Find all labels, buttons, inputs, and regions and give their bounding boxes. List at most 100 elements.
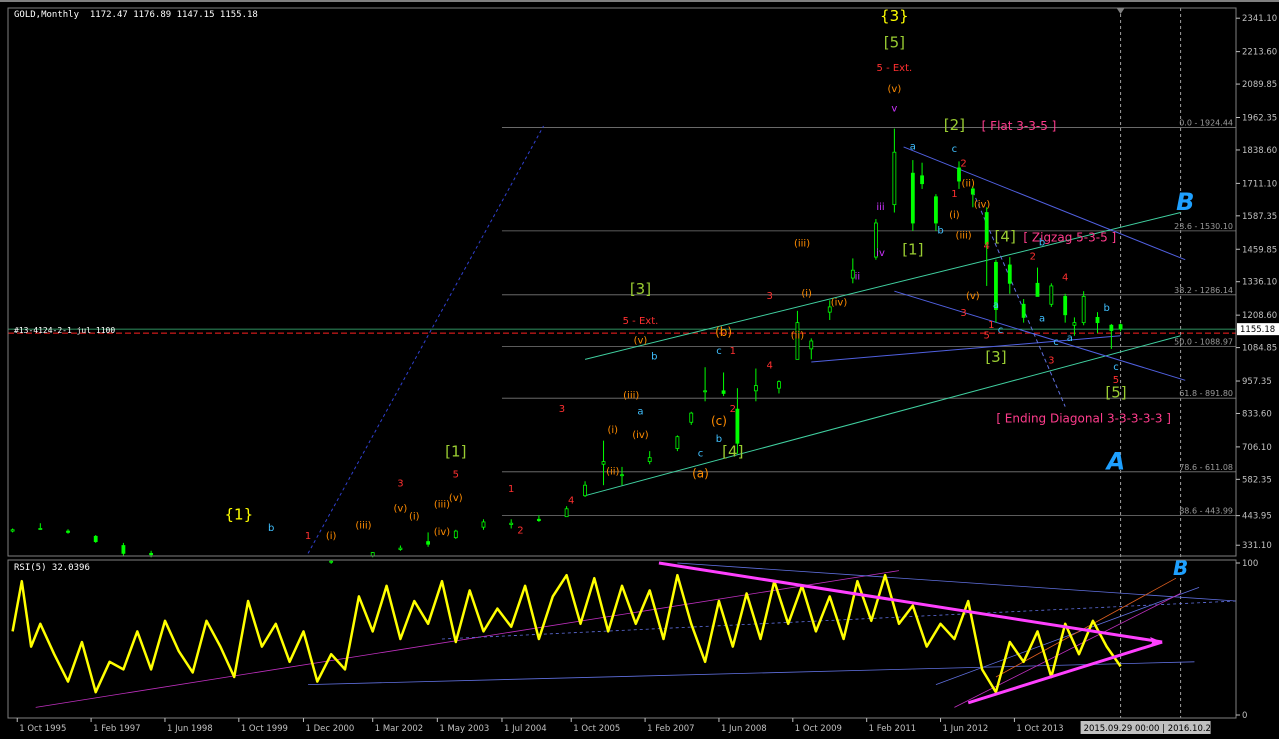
- wave-label: (iv): [831, 298, 848, 309]
- rsi-support-line: [35, 570, 900, 708]
- rsi-arrowhead: [1150, 637, 1163, 648]
- candle-body: [1081, 296, 1086, 324]
- rsi-pink-line: [954, 593, 1181, 708]
- wave-label: (b): [715, 325, 732, 339]
- candle-body: [149, 552, 154, 556]
- candle-body: [970, 188, 975, 195]
- wave-label: (i): [607, 425, 618, 436]
- candle-body: [984, 212, 989, 245]
- candle-body: [38, 528, 43, 530]
- candle-body: [564, 508, 569, 518]
- candle-body: [735, 408, 740, 444]
- y-tick-label: 706.10: [1242, 443, 1272, 453]
- wave-label: 1: [508, 484, 514, 495]
- wave-label: [5]: [884, 33, 905, 51]
- wave-label: [3]: [630, 280, 651, 298]
- candle-body: [1118, 324, 1123, 330]
- candle-body: [1049, 285, 1054, 305]
- wave-label: b: [716, 434, 722, 445]
- y-tick-label: 1459.85: [1242, 245, 1277, 255]
- rsi-blue-line-2: [677, 562, 1237, 602]
- candle-body: [1072, 322, 1077, 326]
- x-tick-label: 1 Oct 2013: [1016, 724, 1063, 734]
- candle-body: [1109, 324, 1114, 331]
- wave-label: {1}: [225, 505, 254, 523]
- wave-label: (v): [394, 503, 408, 514]
- y-tick-label: 582.35: [1242, 475, 1272, 485]
- fib-level-label: 61.8 - 891.80: [1179, 389, 1233, 398]
- wave-label: [1]: [445, 442, 466, 460]
- y-tick-label: 443.95: [1242, 512, 1272, 522]
- wave-label: a: [1067, 333, 1073, 344]
- y-tick-label: 957.35: [1242, 377, 1272, 387]
- x-tick-label: 1 Feb 2011: [869, 724, 917, 734]
- shift-marker: [1116, 8, 1125, 14]
- x-tick-label: 1 Feb 2007: [647, 724, 695, 734]
- candle-body: [934, 196, 938, 224]
- y-tick-label: 2089.85: [1242, 80, 1277, 90]
- candle-body: [509, 522, 514, 525]
- fib-level-label: 88.6 - 443.99: [1179, 507, 1233, 516]
- x-tick-label: 1 Jul 2004: [504, 724, 547, 734]
- wave-label: 5: [453, 469, 459, 480]
- ohlc-readout: 1172.47 1176.89 1147.15 1155.18: [89, 10, 258, 20]
- x-tick-label: 1 Jun 2012: [943, 724, 989, 734]
- candle-body: [481, 521, 486, 528]
- x-tick-label: 1 Mar 2002: [375, 724, 423, 734]
- wave-label: 5: [984, 330, 990, 341]
- wave-label: iv: [876, 248, 885, 259]
- chart-symbol: GOLD,Monthly: [14, 10, 80, 20]
- wave-label: [4]: [995, 227, 1016, 245]
- wave-label: b: [937, 225, 943, 236]
- wave-label: 2: [960, 159, 966, 170]
- candle-body: [777, 381, 781, 389]
- wave-label: [4]: [722, 442, 743, 460]
- wave-label: (v): [966, 291, 980, 302]
- candle-body: [620, 474, 624, 477]
- candle-body: [583, 484, 587, 497]
- wave-label: (i): [326, 531, 337, 542]
- wave-label: 1: [305, 531, 311, 542]
- y-tick-label: 2341.10: [1242, 14, 1277, 24]
- candle-body: [920, 175, 924, 185]
- wave-label: b: [268, 523, 274, 534]
- wave-label: (ii): [962, 178, 975, 189]
- wave-label: 3: [767, 291, 773, 302]
- wave-label: ii: [855, 271, 861, 282]
- candle-body: [1063, 296, 1068, 316]
- wave-label: a: [637, 406, 643, 417]
- x-tick-label: 1 Jun 1998: [167, 724, 213, 734]
- wave-label: 3: [1048, 355, 1054, 366]
- wave-label: 2: [1030, 252, 1036, 263]
- wave-label: a: [910, 142, 916, 153]
- chart-title: GOLD,Monthly 1172.47 1176.89 1147.15 115…: [14, 10, 258, 20]
- wave-label: [1]: [902, 240, 923, 258]
- y-tick-label: 833.60: [1242, 409, 1272, 419]
- candle-body: [10, 529, 15, 532]
- candle-body: [601, 461, 606, 465]
- wave-label: 1: [988, 320, 994, 331]
- candle-body: [957, 167, 961, 182]
- wave-label: a: [1039, 313, 1045, 324]
- y-tick-label: 1838.60: [1242, 146, 1277, 156]
- rsi-panel: B: [11, 556, 1237, 708]
- wave-label: 3: [559, 404, 565, 415]
- wave-label: (iii): [434, 499, 450, 510]
- rsi-title: RSI(5) 32.0396: [14, 563, 90, 573]
- wave-label: c: [952, 144, 958, 155]
- wave-label: (i): [949, 210, 960, 221]
- wave-b-label: B: [1176, 188, 1194, 216]
- wave-label: (i): [409, 511, 420, 522]
- gold-monthly-chart[interactable]: 0.0 - 1924.44 23.6 - 1530.10 38.2 - 1286.1…: [0, 0, 1279, 735]
- wave-label: (iii): [956, 231, 972, 242]
- candle-body: [1095, 316, 1100, 324]
- candle-body: [329, 560, 334, 563]
- wave-label: 4: [984, 241, 990, 252]
- wave-label: 1: [951, 189, 957, 200]
- top-border: [0, 0, 1279, 2]
- diagonal-base-line: [811, 335, 1121, 363]
- x-tick-label: 1 Jun 2008: [721, 724, 767, 734]
- candle-body: [121, 545, 126, 554]
- candle-body: [1007, 264, 1012, 284]
- wave-label: (ii): [791, 330, 804, 341]
